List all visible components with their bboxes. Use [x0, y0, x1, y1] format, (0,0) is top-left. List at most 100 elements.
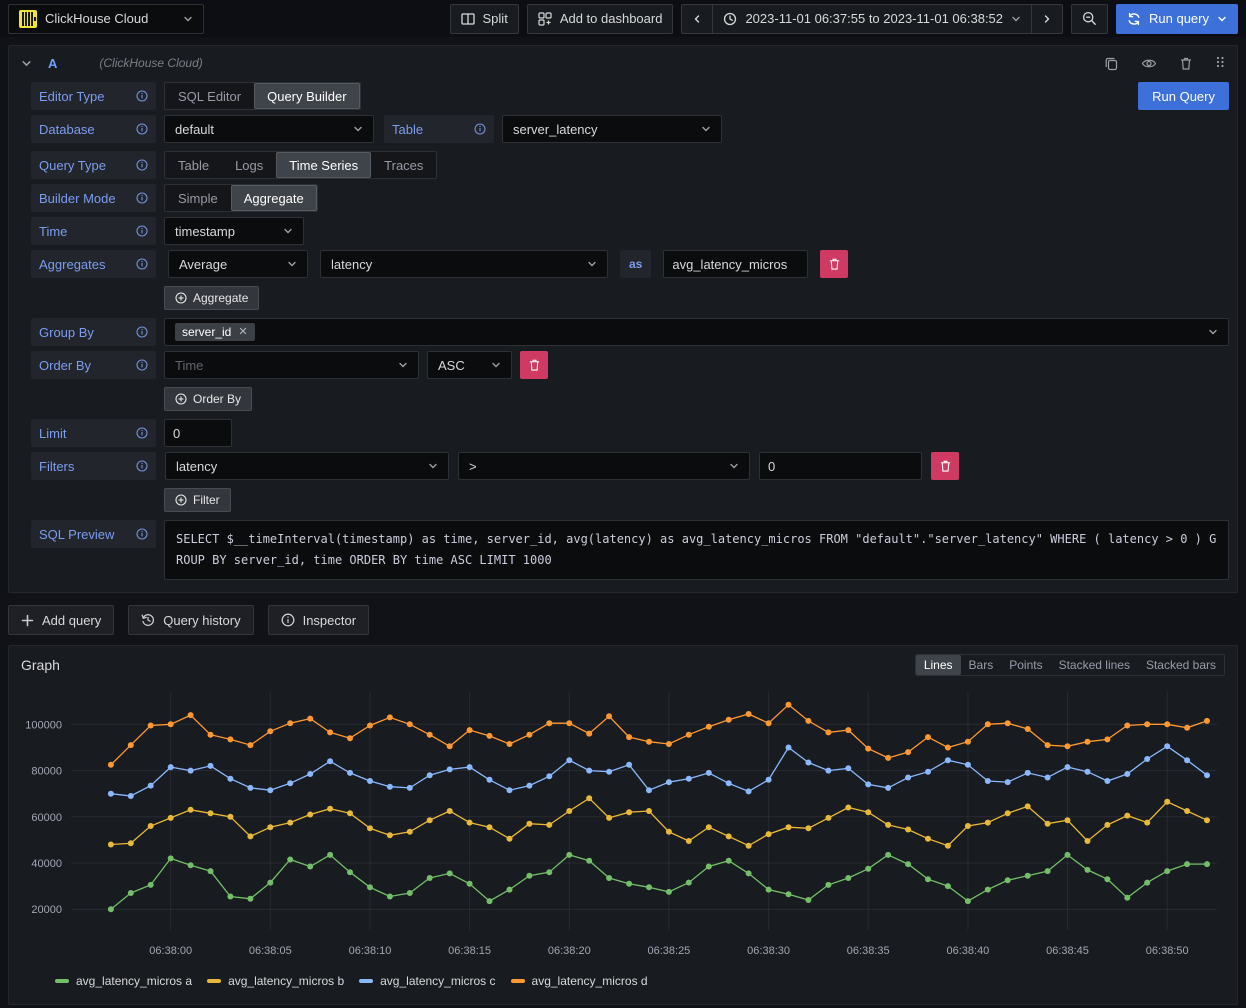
run-query-button[interactable]: Run query — [1116, 4, 1238, 34]
query-history-button[interactable]: Query history — [128, 605, 253, 635]
time-shift-forward-button[interactable] — [1031, 4, 1063, 34]
add-order-by-button[interactable]: Order By — [164, 387, 252, 411]
svg-text:20000: 20000 — [31, 904, 62, 916]
plus-circle-icon — [175, 494, 187, 506]
graph-mode-group: Lines Bars Points Stacked lines Stacked … — [915, 654, 1225, 676]
zoom-out-icon — [1082, 11, 1097, 26]
chevron-down-icon — [287, 259, 297, 269]
query-type-table[interactable]: Table — [165, 152, 222, 178]
toggle-visibility-button[interactable] — [1141, 57, 1157, 70]
history-icon — [141, 613, 155, 627]
add-to-dashboard-button[interactable]: Add to dashboard — [527, 4, 674, 34]
remove-aggregate-button[interactable] — [820, 250, 848, 278]
remove-filter-button[interactable] — [931, 452, 959, 480]
duplicate-query-button[interactable] — [1104, 56, 1119, 71]
group-by-multiselect[interactable]: server_id ✕ — [164, 318, 1229, 346]
info-icon[interactable] — [136, 225, 148, 237]
info-icon[interactable] — [136, 192, 148, 204]
time-shift-back-button[interactable] — [681, 4, 713, 34]
editor-type-query-builder[interactable]: Query Builder — [254, 83, 359, 109]
graph-mode-points[interactable]: Points — [1001, 655, 1050, 675]
graph-mode-stacked-lines[interactable]: Stacked lines — [1051, 655, 1138, 675]
info-icon[interactable] — [136, 359, 148, 371]
editor-type-sql-editor[interactable]: SQL Editor — [165, 83, 254, 109]
svg-text:100000: 100000 — [25, 719, 62, 731]
inspector-button[interactable]: Inspector — [268, 605, 369, 635]
info-icon[interactable] — [136, 123, 148, 135]
info-icon[interactable] — [136, 427, 148, 439]
copy-icon — [1104, 56, 1119, 71]
info-icon[interactable] — [136, 326, 148, 338]
info-icon[interactable] — [136, 159, 148, 171]
split-button[interactable]: Split — [450, 4, 519, 34]
eye-icon — [1141, 57, 1157, 70]
run-query-label: Run query — [1149, 11, 1209, 26]
graph-panel: Graph Lines Bars Points Stacked lines St… — [8, 645, 1238, 1005]
filter-operator-select[interactable]: > — [458, 452, 750, 480]
query-type-time-series[interactable]: Time Series — [276, 152, 371, 178]
graph-svg[interactable]: 2000040000600008000010000006:38:0006:38:… — [15, 682, 1229, 974]
time-range-picker[interactable]: 2023-11-01 06:37:55 to 2023-11-01 06:38:… — [712, 4, 1032, 34]
info-icon[interactable] — [136, 528, 148, 540]
info-icon[interactable] — [474, 123, 486, 135]
graph-mode-bars[interactable]: Bars — [961, 655, 1002, 675]
time-column-select[interactable]: timestamp — [164, 217, 304, 245]
builder-mode-aggregate[interactable]: Aggregate — [231, 185, 317, 211]
graph-mode-lines[interactable]: Lines — [916, 655, 961, 675]
limit-input[interactable] — [164, 419, 232, 447]
info-icon[interactable] — [136, 258, 148, 270]
chevron-down-icon — [1208, 327, 1218, 337]
legend-item[interactable]: avg_latency_micros c — [359, 974, 495, 988]
trash-icon — [528, 358, 541, 372]
svg-text:06:38:35: 06:38:35 — [847, 945, 890, 957]
add-aggregate-button[interactable]: Aggregate — [164, 286, 259, 310]
legend-swatch — [55, 979, 69, 983]
add-filter-button[interactable]: Filter — [164, 488, 231, 512]
zoom-out-button[interactable] — [1071, 4, 1108, 34]
delete-query-button[interactable] — [1179, 56, 1193, 71]
query-type-traces[interactable]: Traces — [371, 152, 436, 178]
filter-value-input[interactable] — [759, 452, 922, 480]
legend-item[interactable]: avg_latency_micros b — [207, 974, 344, 988]
chevron-down-icon — [283, 226, 293, 236]
legend-swatch — [359, 979, 373, 983]
query-ref-id[interactable]: A — [48, 56, 57, 71]
info-icon[interactable] — [136, 90, 148, 102]
remove-order-by-button[interactable] — [520, 351, 548, 379]
legend-item[interactable]: avg_latency_micros d — [511, 974, 648, 988]
aggregate-column-select[interactable]: latency — [320, 250, 608, 278]
table-label: Table — [384, 115, 494, 143]
chevron-down-icon — [1217, 14, 1227, 24]
graph-mode-stacked-bars[interactable]: Stacked bars — [1138, 655, 1224, 675]
query-footer-actions: Add query Query history Inspector — [8, 605, 1238, 635]
run-query-editor-button[interactable]: Run Query — [1138, 82, 1229, 110]
order-by-field-select[interactable]: Time — [164, 351, 419, 379]
order-by-direction-select[interactable]: ASC — [427, 351, 512, 379]
legend-item[interactable]: avg_latency_micros a — [55, 974, 192, 988]
database-select[interactable]: default — [164, 115, 374, 143]
query-header: A (ClickHouse Cloud) — [9, 46, 1237, 80]
filter-field-select[interactable]: latency — [165, 452, 449, 480]
split-label: Split — [483, 11, 508, 26]
builder-mode-label: Builder Mode — [31, 184, 156, 212]
plus-circle-icon — [175, 292, 187, 304]
remove-tag-icon[interactable]: ✕ — [238, 327, 247, 338]
query-datasource-hint: (ClickHouse Cloud) — [99, 56, 202, 70]
datasource-picker[interactable]: ClickHouse Cloud — [8, 4, 204, 34]
table-select[interactable]: server_latency — [502, 115, 722, 143]
builder-mode-simple[interactable]: Simple — [165, 185, 231, 211]
query-type-logs[interactable]: Logs — [222, 152, 276, 178]
add-query-button[interactable]: Add query — [8, 605, 114, 635]
builder-mode-group: Simple Aggregate — [164, 184, 318, 212]
aggregate-alias-input[interactable] — [663, 250, 808, 278]
svg-text:06:38:45: 06:38:45 — [1046, 945, 1089, 957]
aggregate-function-select[interactable]: Average — [168, 250, 308, 278]
info-icon[interactable] — [136, 460, 148, 472]
collapse-query-icon[interactable] — [21, 58, 32, 69]
svg-text:06:38:15: 06:38:15 — [448, 945, 491, 957]
trash-icon — [828, 257, 841, 271]
database-label: Database — [31, 115, 156, 143]
drag-handle[interactable] — [1215, 55, 1225, 71]
legend-swatch — [207, 979, 221, 983]
sql-preview-text: SELECT $__timeInterval(timestamp) as tim… — [164, 520, 1229, 580]
